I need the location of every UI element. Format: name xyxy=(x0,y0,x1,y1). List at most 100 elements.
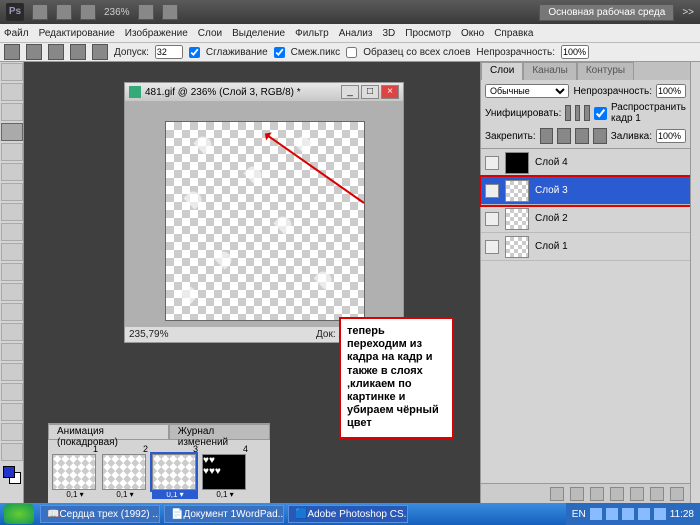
menu-select[interactable]: Выделение xyxy=(232,28,285,39)
gradient-tool-icon[interactable] xyxy=(1,283,23,301)
document-titlebar[interactable]: 481.gif @ 236% (Слой 3, RGB/8) * _ □ × xyxy=(125,83,403,101)
adjustment-icon[interactable] xyxy=(610,487,624,501)
anim-frame[interactable]: 4♥♥♥♥♥0,1 ▾ xyxy=(202,444,248,499)
unify-vis-icon[interactable] xyxy=(575,105,581,121)
menu-layers[interactable]: Слои xyxy=(198,28,222,39)
type-tool-icon[interactable] xyxy=(1,363,23,381)
tray-icon[interactable] xyxy=(622,508,634,520)
anim-frame[interactable]: 30,1 ▾ xyxy=(152,444,198,499)
bridge-icon[interactable] xyxy=(32,4,48,20)
unify-pos-icon[interactable] xyxy=(565,105,571,121)
minibridge-icon[interactable] xyxy=(56,4,72,20)
visibility-icon[interactable] xyxy=(485,156,499,170)
canvas[interactable] xyxy=(165,121,365,321)
hand-tool-icon[interactable] xyxy=(1,423,23,441)
dodge-tool-icon[interactable] xyxy=(1,323,23,341)
sel-add-icon[interactable] xyxy=(48,44,64,60)
lock-all-icon[interactable] xyxy=(593,128,607,144)
tray-icon[interactable] xyxy=(638,508,650,520)
eyedropper-tool-icon[interactable] xyxy=(1,163,23,181)
trash-icon[interactable] xyxy=(670,487,684,501)
new-layer-icon[interactable] xyxy=(650,487,664,501)
start-button[interactable] xyxy=(4,504,34,524)
tray-icon[interactable] xyxy=(606,508,618,520)
path-tool-icon[interactable] xyxy=(1,383,23,401)
stamp-tool-icon[interactable] xyxy=(1,223,23,241)
menu-analysis[interactable]: Анализ xyxy=(339,28,373,39)
tab-layers[interactable]: Слои xyxy=(481,62,523,80)
layer-row[interactable]: Слой 1 xyxy=(481,233,690,261)
visibility-icon[interactable] xyxy=(485,184,499,198)
magic-wand-tool-icon[interactable] xyxy=(1,123,23,141)
tab-animation[interactable]: Анимация (покадровая) xyxy=(48,424,169,440)
chevron-right-icon[interactable]: >> xyxy=(682,7,694,18)
anim-frame[interactable]: 10,1 ▾ xyxy=(52,444,98,499)
sel-sub-icon[interactable] xyxy=(70,44,86,60)
layer-opacity-input[interactable] xyxy=(656,84,686,98)
layer-mask-icon[interactable] xyxy=(590,487,604,501)
lock-trans-icon[interactable] xyxy=(540,128,554,144)
minimize-icon[interactable]: _ xyxy=(341,85,359,99)
tab-channels[interactable]: Каналы xyxy=(523,62,577,80)
screen-mode-icon[interactable] xyxy=(80,4,96,20)
layer-row[interactable]: Слой 3 xyxy=(481,177,690,205)
close-icon[interactable]: × xyxy=(381,85,399,99)
task-item[interactable]: 📖 Сердца трех (1992) ... xyxy=(40,505,160,523)
fill-input[interactable] xyxy=(656,129,686,143)
layer-row[interactable]: Слой 2 xyxy=(481,205,690,233)
menu-edit[interactable]: Редактирование xyxy=(39,28,115,39)
lock-pos-icon[interactable] xyxy=(575,128,589,144)
menu-filter[interactable]: Фильтр xyxy=(295,28,329,39)
workspace-button[interactable]: Основная рабочая среда xyxy=(539,4,674,21)
sel-int-icon[interactable] xyxy=(92,44,108,60)
menu-3d[interactable]: 3D xyxy=(382,28,395,39)
tray-icon[interactable] xyxy=(590,508,602,520)
sel-new-icon[interactable] xyxy=(26,44,42,60)
history-brush-tool-icon[interactable] xyxy=(1,243,23,261)
panel-dock[interactable] xyxy=(690,62,700,503)
layer-thumb[interactable] xyxy=(505,208,529,230)
task-item[interactable]: 🟦 Adobe Photoshop CS... xyxy=(288,505,408,523)
zoom-tool-icon[interactable] xyxy=(1,443,23,461)
propagate-checkbox[interactable] xyxy=(594,107,607,120)
blur-tool-icon[interactable] xyxy=(1,303,23,321)
all-layers-checkbox[interactable] xyxy=(346,47,357,58)
anim-frame[interactable]: 20,1 ▾ xyxy=(102,444,148,499)
lock-paint-icon[interactable] xyxy=(557,128,571,144)
group-icon[interactable] xyxy=(630,487,644,501)
unify-style-icon[interactable] xyxy=(584,105,590,121)
eraser-tool-icon[interactable] xyxy=(1,263,23,281)
lang-indicator[interactable]: EN xyxy=(572,509,586,520)
tab-history[interactable]: Журнал изменений xyxy=(169,424,270,440)
opacity-input[interactable] xyxy=(561,45,589,59)
layer-thumb[interactable] xyxy=(505,152,529,174)
brush-tool-icon[interactable] xyxy=(1,203,23,221)
layer-style-icon[interactable] xyxy=(570,487,584,501)
hand-icon[interactable] xyxy=(138,4,154,20)
menu-file[interactable]: Файл xyxy=(4,28,29,39)
move-tool-icon[interactable] xyxy=(1,63,23,81)
visibility-icon[interactable] xyxy=(485,240,499,254)
magic-wand-icon[interactable] xyxy=(4,44,20,60)
layer-row[interactable]: Слой 4 xyxy=(481,149,690,177)
crop-tool-icon[interactable] xyxy=(1,143,23,161)
task-item[interactable]: 📄 Документ 1WordPad... xyxy=(164,505,284,523)
menu-window[interactable]: Окно xyxy=(461,28,484,39)
tray-icon[interactable] xyxy=(654,508,666,520)
doc-zoom[interactable]: 235,79% xyxy=(129,329,168,340)
color-swatch[interactable] xyxy=(3,466,21,484)
antialias-checkbox[interactable] xyxy=(189,47,200,58)
blend-mode-select[interactable]: Обычные xyxy=(485,84,569,98)
shape-tool-icon[interactable] xyxy=(1,403,23,421)
lasso-tool-icon[interactable] xyxy=(1,103,23,121)
pen-tool-icon[interactable] xyxy=(1,343,23,361)
maximize-icon[interactable]: □ xyxy=(361,85,379,99)
heal-tool-icon[interactable] xyxy=(1,183,23,201)
layer-thumb[interactable] xyxy=(505,236,529,258)
link-layers-icon[interactable] xyxy=(550,487,564,501)
document-window[interactable]: 481.gif @ 236% (Слой 3, RGB/8) * _ □ × xyxy=(124,82,404,343)
marquee-tool-icon[interactable] xyxy=(1,83,23,101)
clock[interactable]: 11:28 xyxy=(670,509,694,520)
contiguous-checkbox[interactable] xyxy=(274,47,285,58)
zoom-level[interactable]: 236% xyxy=(104,7,130,18)
